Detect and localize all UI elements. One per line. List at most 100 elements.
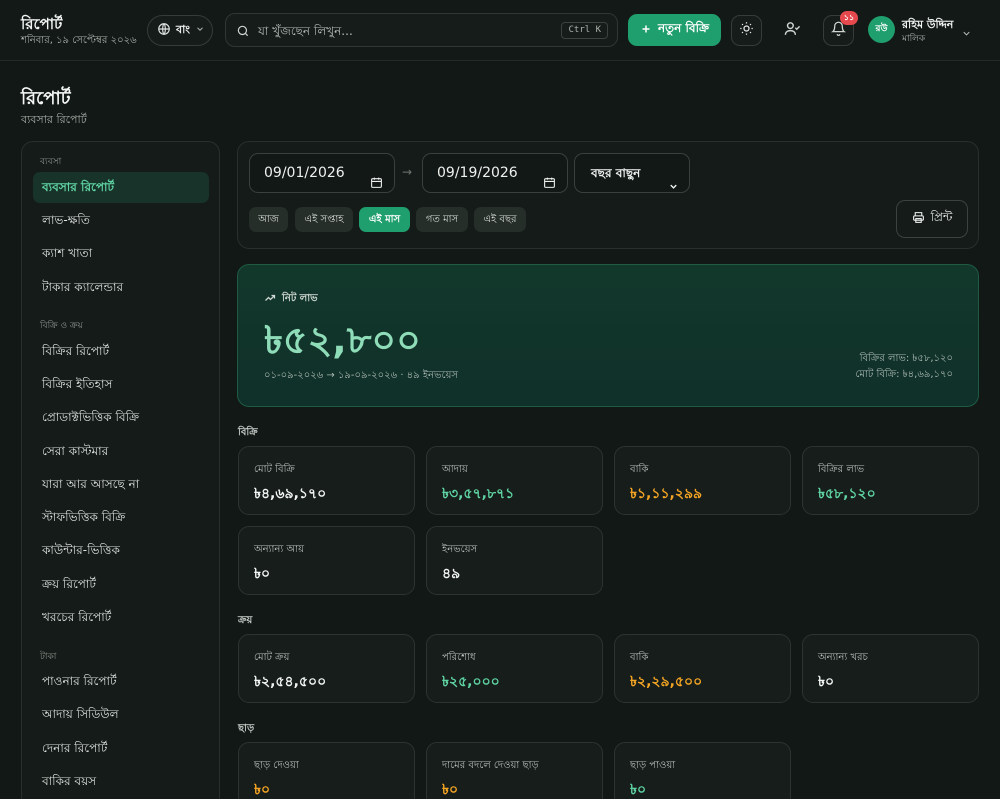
- net-profit-label: নিট লাভ: [282, 293, 318, 304]
- user-role: মালিক: [902, 34, 926, 44]
- date-from-input[interactable]: 09/01/2026: [249, 153, 395, 193]
- stat-value: ৳১,১১,২৯৯: [630, 486, 703, 502]
- stat-label: দামের বদলে দেওয়া ছাড়: [442, 760, 539, 771]
- stat-card-price-adjust-discount: দামের বদলে দেওয়া ছাড় ৳০: [426, 742, 603, 799]
- stat-label: আদায়: [442, 464, 468, 475]
- sidebar-item-staff-sales[interactable]: স্টাফভিত্তিক বিক্রি: [33, 502, 209, 533]
- stat-value: ৳২,২৯,৫০০: [630, 674, 703, 690]
- stat-card-sales-profit: বিক্রির লাভ ৳৫৮,১২০: [802, 446, 979, 515]
- section-label-sales: বিক্রি: [238, 427, 258, 438]
- sidebar-item-expense-report[interactable]: খরচের রিপোর্ট: [33, 602, 209, 633]
- stat-label: মোট বিক্রি: [254, 464, 295, 475]
- sidebar-item-profit-loss[interactable]: লাভ-ক্ষতি: [33, 205, 209, 236]
- stat-label: ছাড় দেওয়া: [254, 760, 299, 771]
- page-subtitle: ব্যবসার রিপোর্ট: [21, 113, 87, 126]
- stat-value: ৳০: [818, 674, 835, 690]
- sidebar-item-collection-schedule[interactable]: আদায় সিডিউল: [33, 699, 209, 730]
- stat-label: ইনভয়েস: [442, 544, 478, 555]
- sidebar-section-business: ব্যবসা: [40, 157, 62, 167]
- stat-card-total-purchase: মোট ক্রয় ৳২,৫৪,৫০০: [238, 634, 415, 703]
- current-date: শনিবার, ১৯ সেপ্টেম্বর ২০২৬: [21, 35, 137, 46]
- print-button[interactable]: প্রিন্ট: [896, 200, 968, 238]
- chip-this-year[interactable]: এই বছর: [474, 207, 526, 232]
- stat-label: বিক্রির লাভ: [818, 464, 865, 475]
- staff-button[interactable]: [777, 15, 808, 46]
- sidebar-item-receivables-report[interactable]: পাওনার রিপোর্ট: [33, 666, 209, 697]
- search-icon: [236, 23, 250, 42]
- chevron-down-icon: [195, 24, 205, 37]
- printer-icon: [912, 211, 925, 227]
- stat-value: ৪৯: [442, 566, 461, 582]
- sidebar-item-payables-report[interactable]: দেনার রিপোর্ট: [33, 733, 209, 764]
- stat-card-due: বাকি ৳১,১১,২৯৯: [614, 446, 791, 515]
- date-to-value: 09/19/2026: [437, 165, 518, 181]
- trending-up-icon: [264, 292, 276, 307]
- language-label: বাং: [176, 23, 191, 36]
- sidebar-item-lapsed-customers[interactable]: যারা আর আসছে না: [33, 469, 209, 500]
- plus-icon: [640, 23, 652, 38]
- net-profit-card: নিট লাভ ৳৫২,৮০০ ০১-০৯-২০২৬ → ১৯-০৯-২০২৬ …: [237, 264, 979, 407]
- new-sale-button[interactable]: নতুন বিক্রি: [628, 14, 721, 46]
- sidebar-item-dues-aging[interactable]: বাকির বয়স: [33, 766, 209, 797]
- search-input[interactable]: যা খুঁজছেন লিখুন... Ctrl K: [225, 13, 618, 47]
- sidebar-item-purchase-report[interactable]: ক্রয় রিপোর্ট: [33, 569, 209, 600]
- date-to-input[interactable]: 09/19/2026: [422, 153, 568, 193]
- stat-label: বাকি: [630, 652, 649, 663]
- chevron-down-icon: [668, 169, 679, 207]
- stat-card-total-sales: মোট বিক্রি ৳৪,৬৯,১৭০: [238, 446, 415, 515]
- globe-icon: [157, 22, 171, 39]
- stat-label: অন্যান্য খরচ: [818, 652, 868, 663]
- search-shortcut: Ctrl K: [561, 22, 608, 39]
- language-switcher[interactable]: বাং: [147, 15, 213, 46]
- sidebar-item-sales-report[interactable]: বিক্রির রিপোর্ট: [33, 336, 209, 367]
- notification-count-badge: ১১: [840, 11, 858, 25]
- chip-this-month[interactable]: এই মাস: [359, 207, 410, 232]
- calendar-icon[interactable]: [543, 166, 556, 204]
- stat-value: ৳৪,৬৯,১৭০: [254, 486, 327, 502]
- sidebar-item-sales-history[interactable]: বিক্রির ইতিহাস: [33, 369, 209, 400]
- sidebar-item-cash-book[interactable]: ক্যাশ খাতা: [33, 238, 209, 269]
- theme-toggle-button[interactable]: [731, 15, 762, 46]
- stat-card-purchase-due: বাকি ৳২,২৯,৫০০: [614, 634, 791, 703]
- stat-value: ৳২৫,০০০: [442, 674, 500, 690]
- stat-value: ৳০: [630, 782, 647, 798]
- stat-label: বাকি: [630, 464, 649, 475]
- sidebar-item-business-report[interactable]: ব্যবসার রিপোর্ট: [33, 172, 209, 203]
- date-filter-panel: 09/01/2026 → 09/19/2026 বছর বাছুন আজ এই …: [237, 141, 979, 249]
- sidebar-item-money-calendar[interactable]: টাকার ক্যালেন্ডার: [33, 272, 209, 303]
- date-from-value: 09/01/2026: [264, 165, 345, 181]
- sidebar-section-money: টাকা: [40, 652, 57, 662]
- sidebar-section-sales-purchase: বিক্রি ও ক্রয়: [40, 321, 83, 331]
- sidebar-item-product-sales[interactable]: প্রোডাক্টভিত্তিক বিক্রি: [33, 402, 209, 433]
- stat-card-collected: আদায় ৳৩,৫৭,৮৭১: [426, 446, 603, 515]
- chip-this-week[interactable]: এই সপ্তাহ: [295, 207, 353, 232]
- chip-last-month[interactable]: গত মাস: [416, 207, 468, 232]
- chip-today[interactable]: আজ: [249, 207, 288, 232]
- stat-card-other-income: অন্যান্য আয় ৳০: [238, 526, 415, 595]
- stat-card-discount-received: ছাড় পাওয়া ৳০: [614, 742, 791, 799]
- net-profit-value: ৳৫২,৮০০: [264, 318, 421, 362]
- section-label-discount: ছাড়: [238, 723, 255, 734]
- sidebar-item-top-customers[interactable]: সেরা কাস্টমার: [33, 436, 209, 467]
- total-sales-summary: মোট বিক্রি: ৳৪,৬৯,১৭০: [855, 369, 953, 380]
- stat-value: ৳২,৫৪,৫০০: [254, 674, 327, 690]
- stat-value: ৳০: [254, 566, 271, 582]
- sun-icon: [739, 21, 754, 40]
- avatar[interactable]: রউ: [868, 16, 895, 43]
- year-select[interactable]: বছর বাছুন: [574, 153, 690, 193]
- user-check-icon: [784, 20, 801, 41]
- net-profit-label-row: নিট লাভ: [264, 291, 318, 308]
- sidebar-item-counter-sales[interactable]: কাউন্টার-ভিত্তিক: [33, 535, 209, 566]
- stat-label: পরিশোধ: [442, 652, 476, 663]
- stat-value: ৳৫৮,১২০: [818, 486, 876, 502]
- stat-label: ছাড় পাওয়া: [630, 760, 676, 771]
- stat-card-invoices: ইনভয়েস ৪৯: [426, 526, 603, 595]
- report-sidebar: ব্যবসা ব্যবসার রিপোর্ট লাভ-ক্ষতি ক্যাশ খ…: [21, 141, 220, 799]
- stat-card-other-expense: অন্যান্য খরচ ৳০: [802, 634, 979, 703]
- chevron-down-icon[interactable]: [961, 24, 972, 43]
- stat-value: ৳০: [442, 782, 459, 798]
- calendar-icon[interactable]: [370, 166, 383, 204]
- stat-card-paid: পরিশোধ ৳২৫,০০০: [426, 634, 603, 703]
- net-profit-period: ০১-০৯-২০২৬ → ১৯-০৯-২০২৬ · ৪৯ ইনভয়েস: [264, 370, 458, 381]
- stat-card-discount-given: ছাড় দেওয়া ৳০: [238, 742, 415, 799]
